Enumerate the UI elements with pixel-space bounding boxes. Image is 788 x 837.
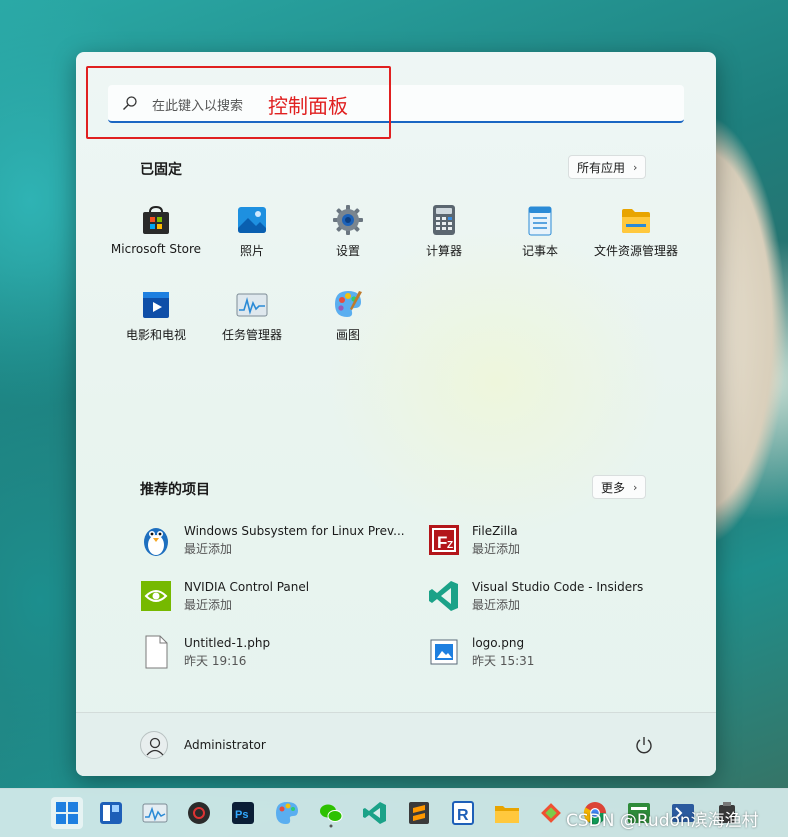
pinned-app-task-manager[interactable]: 任务管理器 (204, 288, 300, 343)
annotation-highlight-box (86, 66, 391, 139)
widgets-icon[interactable] (95, 797, 127, 829)
user-avatar[interactable] (140, 731, 168, 759)
item-sub: 最近添加 (472, 597, 521, 612)
start-menu: 在此键入以搜索 控制面板 已固定 所有应用 › Microsoft Store (76, 52, 716, 776)
start-footer: Administrator (76, 712, 716, 776)
recommended-item-logo-png[interactable]: logo.png 昨天 15:31 (428, 632, 534, 672)
recommended-item-nvidia[interactable]: NVIDIA Control Panel 最近添加 (140, 576, 309, 616)
calculator-icon (428, 204, 460, 236)
git-icon[interactable] (535, 797, 567, 829)
pinned-app-paint[interactable]: 画图 (300, 288, 396, 343)
all-apps-button[interactable]: 所有应用 › (568, 155, 647, 179)
app-label: 文件资源管理器 (593, 244, 678, 258)
app-label: 电影和电视 (125, 328, 186, 342)
app-label: 照片 (239, 244, 264, 258)
recommended-item-vscode-insiders[interactable]: Visual Studio Code - Insiders 最近添加 (428, 576, 643, 616)
movies-tv-icon (140, 288, 172, 320)
item-name: Visual Studio Code - Insiders (472, 579, 644, 594)
linux-penguin-icon (140, 522, 172, 558)
wechat-icon[interactable] (315, 797, 347, 829)
pinned-app-photos[interactable]: 照片 (204, 204, 300, 259)
item-name: NVIDIA Control Panel (184, 579, 310, 594)
item-name: FileZilla (472, 523, 518, 538)
all-apps-label: 所有应用 (577, 160, 626, 175)
pinned-app-calculator[interactable]: 计算器 (396, 204, 492, 259)
vscode-icon[interactable] (359, 797, 391, 829)
watermark-text: CSDN @Rudon滨海渔村 (566, 811, 759, 831)
chevron-right-icon: › (633, 160, 638, 174)
windows-start-icon[interactable] (51, 797, 83, 829)
recommended-item-untitled-php[interactable]: Untitled-1.php 昨天 19:16 (140, 632, 270, 672)
app-label: Microsoft Store (110, 242, 202, 256)
app-label: 设置 (335, 244, 360, 258)
recommended-item-filezilla[interactable]: F Z FileZilla 最近添加 (428, 520, 520, 560)
user-name[interactable]: Administrator (184, 738, 266, 752)
svg-text:Z: Z (447, 540, 453, 551)
pinned-app-file-explorer[interactable]: 文件资源管理器 (588, 204, 684, 259)
file-icon (140, 634, 172, 670)
pinned-app-movies-tv[interactable]: 电影和电视 (108, 288, 204, 343)
paint-palette-icon (332, 288, 364, 320)
item-sub: 昨天 15:31 (472, 653, 535, 668)
pinned-app-microsoft-store[interactable]: Microsoft Store (108, 204, 204, 256)
app-label: 画图 (335, 328, 360, 342)
item-name: Windows Subsystem for Linux Prev... (184, 523, 405, 538)
recommended-title: 推荐的项目 (140, 482, 210, 498)
nvidia-icon (140, 578, 172, 614)
power-icon[interactable] (634, 735, 654, 755)
chevron-right-icon: › (633, 480, 638, 494)
item-sub: 最近添加 (184, 541, 233, 556)
image-file-icon (428, 634, 460, 670)
item-sub: 最近添加 (184, 597, 233, 612)
item-name: Untitled-1.php (184, 635, 271, 650)
settings-gear-icon (332, 204, 364, 236)
pinned-app-settings[interactable]: 设置 (300, 204, 396, 259)
app-label: 记事本 (521, 244, 558, 258)
file-explorer-icon[interactable] (491, 797, 523, 829)
filezilla-icon: F Z (428, 522, 460, 558)
svg-text:Ps: Ps (235, 809, 248, 821)
photoshop-icon[interactable]: Ps (227, 797, 259, 829)
app-label: 任务管理器 (221, 328, 282, 342)
app-label: 计算器 (425, 244, 462, 258)
svg-text:F: F (437, 533, 447, 552)
store-icon (140, 204, 172, 236)
folder-icon (620, 204, 652, 236)
rstudio-icon[interactable]: R (447, 797, 479, 829)
notepad-icon (524, 204, 556, 236)
task-manager-icon (236, 288, 268, 320)
paint-icon[interactable] (271, 797, 303, 829)
more-button[interactable]: 更多 › (592, 475, 647, 499)
netease-music-icon[interactable] (183, 797, 215, 829)
photos-icon (236, 204, 268, 236)
item-sub: 最近添加 (472, 541, 521, 556)
item-name: logo.png (472, 635, 525, 650)
pinned-app-notepad[interactable]: 记事本 (492, 204, 588, 259)
more-label: 更多 (601, 480, 626, 495)
item-sub: 昨天 19:16 (184, 653, 247, 668)
pinned-title: 已固定 (140, 162, 182, 178)
recommended-item-wsl[interactable]: Windows Subsystem for Linux Prev... 最近添加 (140, 520, 405, 560)
sublime-icon[interactable] (403, 797, 435, 829)
vscode-insiders-icon (428, 578, 460, 614)
task-manager-icon[interactable] (139, 797, 171, 829)
svg-text:R: R (457, 807, 469, 824)
user-icon (146, 737, 164, 756)
